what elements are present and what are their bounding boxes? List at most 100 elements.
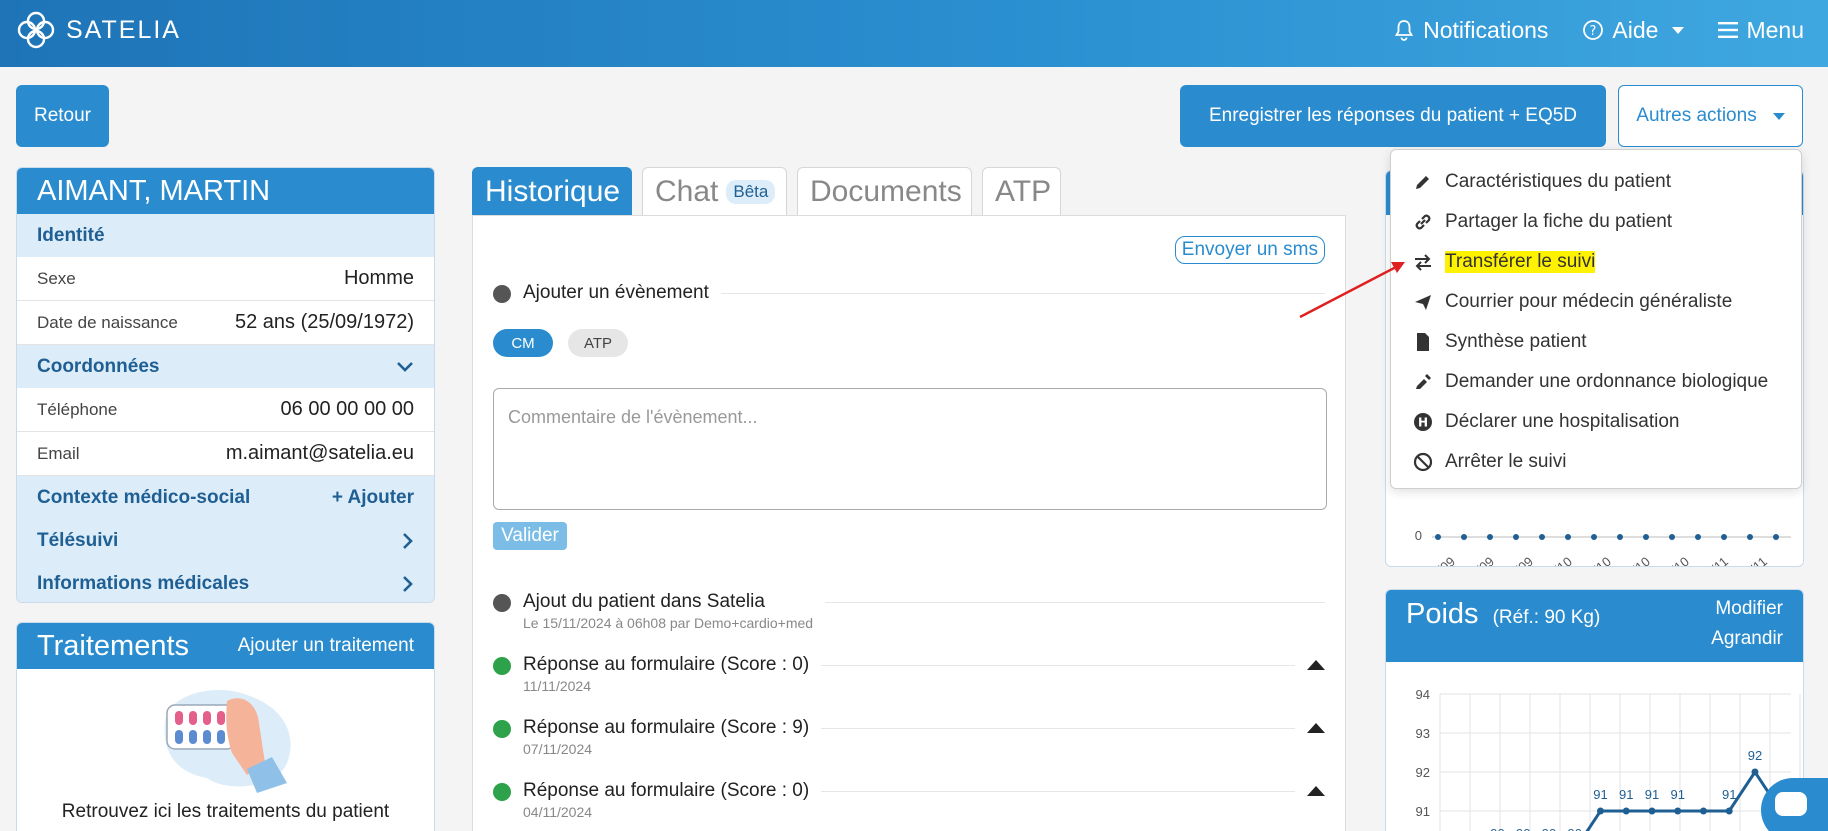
menu-button[interactable]: Menu xyxy=(1718,17,1804,44)
menu-item-gp-letter[interactable]: Courrier pour médecin généraliste xyxy=(1391,282,1801,322)
phone-value: 06 00 00 00 00 xyxy=(280,398,414,420)
email-value: m.aimant@satelia.eu xyxy=(225,442,414,464)
phone-row: Téléphone 06 00 00 00 00 xyxy=(17,388,434,432)
caret-down-icon xyxy=(1772,112,1785,120)
history-panel: Envoyer un sms Ajouter un évènement CM A… xyxy=(472,215,1346,831)
enlarge-weight-link[interactable]: Agrandir xyxy=(1711,624,1783,654)
x-tick-label: 04/11 xyxy=(1697,554,1731,566)
y-tick-label: 91 xyxy=(1416,804,1430,819)
x-tick-label: 28/10 xyxy=(1657,554,1692,566)
add-event-row: Ajouter un évènement xyxy=(493,282,1325,304)
weight-data-label: 90 xyxy=(1542,826,1556,831)
weight-point xyxy=(1596,807,1604,815)
social-context-title: Contexte médico-social xyxy=(37,486,251,508)
weight-chart: 90919293949090909091919191919291 xyxy=(1416,687,1801,831)
question-circle-icon: ? xyxy=(1583,20,1604,40)
event-date: 04/11/2024 xyxy=(523,804,593,820)
menu-item-patient-summary[interactable]: Synthèse patient xyxy=(1391,322,1801,362)
weight-data-label: 90 xyxy=(1567,826,1581,831)
weight-data-label: 92 xyxy=(1748,748,1762,763)
score-point xyxy=(1461,534,1467,540)
collapse-caret-icon[interactable] xyxy=(1307,786,1325,796)
telesuivi-section-toggle[interactable]: Télésuivi xyxy=(17,519,434,562)
weight-data-label: 91 xyxy=(1670,787,1684,802)
chat-icon xyxy=(1775,792,1807,816)
event-comment-input[interactable]: Commentaire de l'évènement... xyxy=(493,388,1327,510)
tab-documents[interactable]: Documents xyxy=(797,167,972,215)
event-dot xyxy=(493,783,511,801)
event-type-cm[interactable]: CM xyxy=(493,329,553,357)
support-chat-button[interactable] xyxy=(1761,778,1828,831)
menu-item-share-record[interactable]: Partager la fiche du patient xyxy=(1391,202,1801,242)
other-actions-button[interactable]: Autres actions xyxy=(1618,85,1803,147)
event-title: Ajout du patient dans Satelia xyxy=(523,591,765,612)
score-point xyxy=(1539,534,1545,540)
add-treatment-link[interactable]: Ajouter un traitement xyxy=(238,635,414,657)
score-point xyxy=(1643,534,1649,540)
y-tick-label: 93 xyxy=(1416,726,1430,741)
tab-historique[interactable]: Historique xyxy=(472,167,632,215)
menu-item-label: Demander une ordonnance biologique xyxy=(1445,371,1769,392)
medical-info-title: Informations médicales xyxy=(37,572,250,594)
weight-data-label: 91 xyxy=(1722,787,1736,802)
menu-item-patient-characteristics[interactable]: Caractéristiques du patient xyxy=(1391,162,1801,202)
dob-value: 52 ans (25/09/1972) xyxy=(234,311,414,333)
timeline-item: Réponse au formulaire (Score : 9) 07/11/… xyxy=(493,717,1325,757)
menu-label: Menu xyxy=(1746,16,1804,43)
other-actions-dropdown: Caractéristiques du patient Partager la … xyxy=(1390,149,1802,489)
menu-item-bio-prescription[interactable]: Demander une ordonnance biologique xyxy=(1391,362,1801,402)
notifications-link[interactable]: Notifications xyxy=(1393,17,1548,44)
x-tick-label: 16/09 xyxy=(1423,554,1458,566)
collapse-caret-icon[interactable] xyxy=(1307,660,1325,670)
collapse-caret-icon[interactable] xyxy=(1307,723,1325,733)
tab-atp[interactable]: ATP xyxy=(982,167,1061,215)
tab-chat[interactable]: Chat Bêta xyxy=(642,167,787,215)
sex-value: Homme xyxy=(343,267,414,289)
save-responses-button[interactable]: Enregistrer les réponses du patient + EQ… xyxy=(1180,85,1606,147)
treatments-empty-text: Retrouvez ici les traitements du patient xyxy=(61,801,390,822)
help-dropdown[interactable]: ? Aide xyxy=(1582,17,1685,44)
svg-text:?: ? xyxy=(1590,24,1597,39)
event-dot xyxy=(493,657,511,675)
patient-name: AIMANT, MARTIN xyxy=(17,168,434,214)
medical-info-section-toggle[interactable]: Informations médicales xyxy=(17,562,434,602)
notifications-label: Notifications xyxy=(1423,16,1549,43)
weight-point xyxy=(1725,807,1733,815)
divider xyxy=(720,293,1325,294)
event-dot xyxy=(493,720,511,738)
transfer-icon xyxy=(1415,254,1431,271)
email-label: Email xyxy=(37,443,80,463)
contact-section-toggle[interactable]: Coordonnées xyxy=(17,345,434,388)
menu-item-declare-hospitalisation[interactable]: H Déclarer une hospitalisation xyxy=(1391,402,1801,442)
score-point xyxy=(1591,534,1597,540)
add-social-context-link[interactable]: + Ajouter xyxy=(332,487,414,509)
modify-weight-link[interactable]: Modifier xyxy=(1711,594,1783,624)
bell-icon xyxy=(1395,20,1414,41)
add-event-label: Ajouter un évènement xyxy=(523,282,709,303)
brand-logo[interactable]: SATELIA xyxy=(16,10,181,50)
event-type-atp[interactable]: ATP xyxy=(568,329,628,357)
validate-button[interactable]: Valider xyxy=(493,522,567,550)
file-icon xyxy=(1417,333,1429,351)
score-point xyxy=(1565,534,1571,540)
send-sms-button[interactable]: Envoyer un sms xyxy=(1174,236,1325,264)
weight-ref: (Réf.: 90 Kg) xyxy=(1492,607,1601,628)
divider xyxy=(821,791,1295,792)
menu-item-stop-followup[interactable]: Arrêter le suivi xyxy=(1391,442,1801,482)
tab-chat-label: Chat xyxy=(655,174,719,208)
patient-card: AIMANT, MARTIN Identité Sexe Homme Date … xyxy=(16,167,435,603)
x-tick-label: 23/09 xyxy=(1462,554,1497,566)
menu-item-transfer-followup[interactable]: Transférer le suivi xyxy=(1391,242,1801,282)
weight-point xyxy=(1699,807,1707,815)
x-tick-label: 21/10 xyxy=(1618,554,1653,566)
score-point xyxy=(1747,534,1753,540)
event-title: Réponse au formulaire (Score : 9) xyxy=(523,717,810,738)
pencil-icon xyxy=(1416,176,1429,189)
back-button[interactable]: Retour xyxy=(16,85,109,147)
score-point xyxy=(1721,534,1727,540)
x-tick-label: 14/10 xyxy=(1579,554,1614,566)
contact-title: Coordonnées xyxy=(37,355,160,377)
event-date: 07/11/2024 xyxy=(523,741,593,757)
beta-badge: Bêta xyxy=(726,179,776,204)
hospital-icon: H xyxy=(1414,413,1432,431)
